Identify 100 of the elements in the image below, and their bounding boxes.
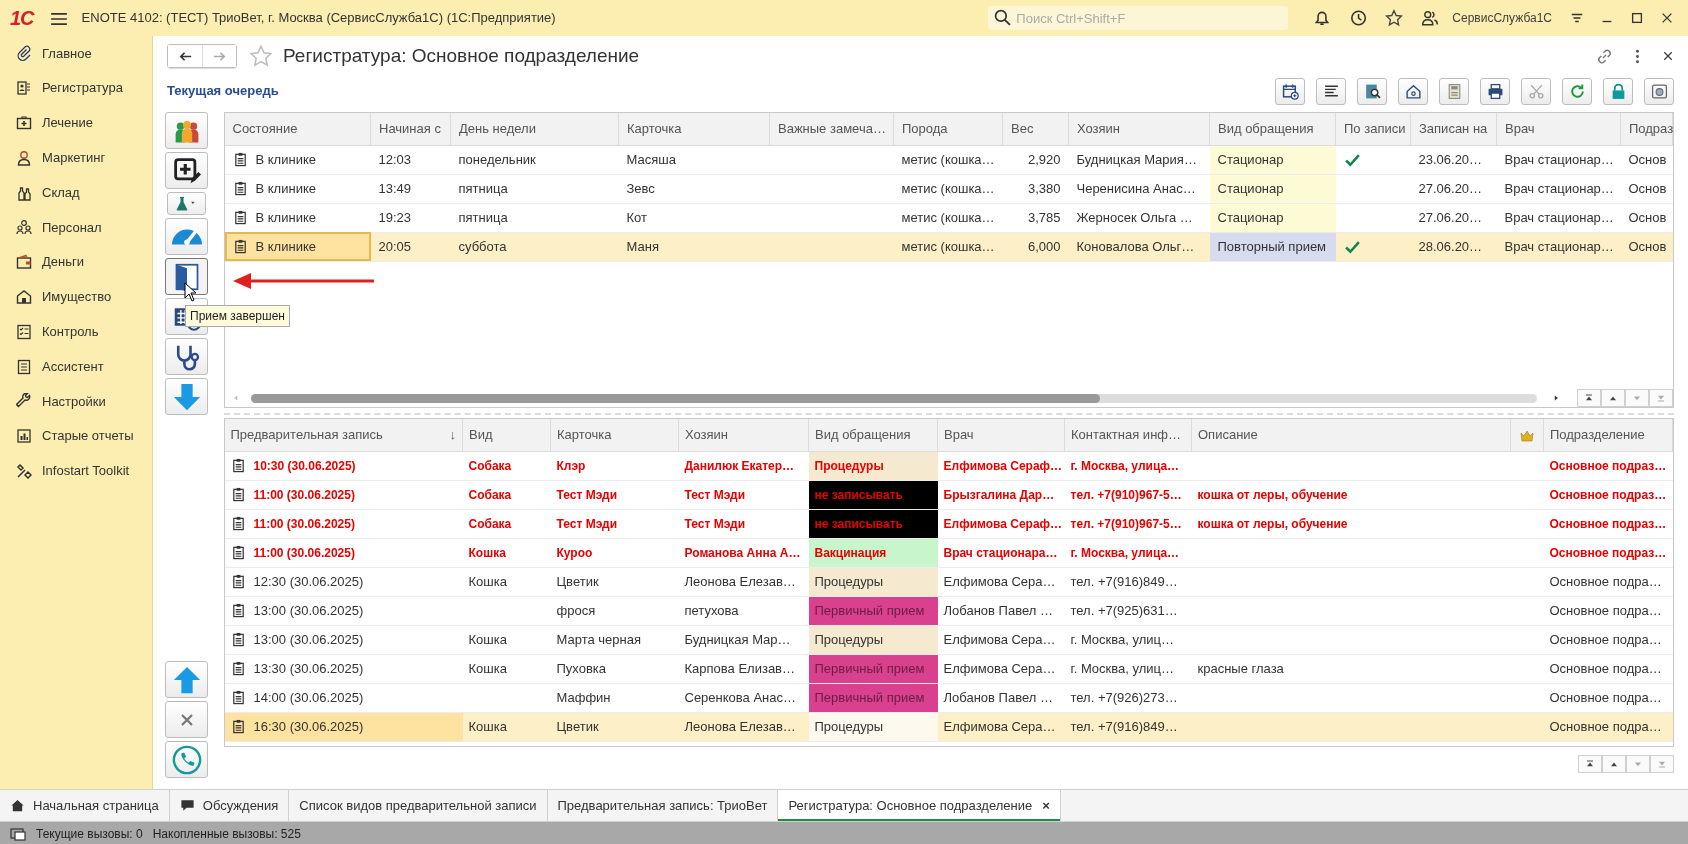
column-header[interactable]: Вид обращения: [1209, 113, 1336, 145]
table-cell: Елфимова Сераф…: [937, 451, 1065, 480]
column-header[interactable]: Вес: [1002, 113, 1069, 145]
column-header[interactable]: Карточка: [618, 113, 770, 145]
column-header[interactable]: Подразделение: [1543, 419, 1673, 451]
table-row[interactable]: В клинике 19:23 пятница Кот метис (кошка… 3,785 Жерносек Ольга … Стационар 27.06.20… Врач стационар… Основ: [224, 203, 1673, 232]
photo-button[interactable]: [1644, 77, 1674, 105]
up-button[interactable]: [1602, 755, 1626, 773]
table-cell: тел. +7(910)967-5…: [1064, 480, 1192, 509]
column-header[interactable]: День недели: [450, 113, 619, 145]
column-header[interactable]: Хозяин: [1068, 113, 1210, 145]
column-header[interactable]: По записи: [1335, 113, 1411, 145]
table-cell: г. Москва, улица…: [1064, 451, 1192, 480]
lock-button[interactable]: [1603, 77, 1633, 105]
calendar-button[interactable]: [1275, 77, 1305, 105]
sidebar-item[interactable]: Ассистент: [0, 349, 152, 384]
table-cell: Елфимова Сера…: [937, 567, 1065, 596]
search-field[interactable]: Поиск Ctrl+Shift+F: [988, 6, 1289, 30]
close-icon[interactable]: [1662, 50, 1674, 62]
table-cell: Пуховка: [550, 654, 679, 683]
column-header[interactable]: Записан на: [1410, 113, 1497, 145]
move-up-button[interactable]: [165, 661, 208, 698]
column-header[interactable]: Вид обращения: [808, 419, 938, 451]
column-header[interactable]: Важные замеча…: [769, 113, 894, 145]
sidebar-item[interactable]: Имущество: [0, 279, 152, 315]
table-cell: Основное подра…: [1543, 625, 1673, 654]
link-icon[interactable]: [1596, 47, 1613, 65]
bell-icon[interactable]: [1313, 9, 1332, 27]
users-icon[interactable]: [1421, 9, 1440, 27]
house-button[interactable]: [1398, 77, 1428, 105]
column-header[interactable]: Хозяин: [678, 419, 809, 451]
exam-button[interactable]: [165, 338, 208, 375]
finish-button[interactable]: [165, 258, 208, 295]
sidebar-item[interactable]: Деньги: [0, 244, 152, 280]
column-header[interactable]: Контактная инф…: [1064, 419, 1192, 451]
print-button[interactable]: [1480, 77, 1510, 105]
table-row[interactable]: В клинике 13:49 пятница Зевс метис (кошка… 3,380 Черенисина Анас… Стационар 27.06.20… Врач стационар… Основ: [224, 174, 1673, 203]
column-header[interactable]: Подраз: [1620, 113, 1673, 145]
column-header[interactable]: Порода: [893, 113, 1003, 145]
table-cell: Данилюк Екатер…: [678, 451, 809, 480]
column-header[interactable]: Карточка: [550, 419, 679, 451]
table-cell-text: В клинике: [255, 237, 316, 256]
scrollbar[interactable]: [250, 393, 1537, 403]
close-icon[interactable]: [1660, 11, 1674, 25]
table-cell: Черенисина Анас…: [1068, 174, 1210, 203]
call-button[interactable]: [165, 741, 208, 778]
table-row[interactable]: 11:00 (30.06.2025) Собака Тест Мэди Тест Мэди не записывать Брызгалина Дар… тел. +7(910)967-5… кошка от леры, обучение Основное подраз…: [224, 480, 1673, 509]
sidebar-item[interactable]: Персонал: [0, 210, 152, 245]
close-tab-button[interactable]: ×: [1042, 795, 1050, 816]
table-row[interactable]: 13:00 (30.06.2025) фрося петухова Первичный прием Лобанов Павел … тел. +7(925)631… Основное подра…: [224, 596, 1673, 625]
gauge-button[interactable]: [165, 218, 208, 255]
calendar-plus-icon: [1281, 82, 1299, 100]
table-cell: Кошка: [462, 538, 551, 567]
list-button[interactable]: [1316, 77, 1346, 105]
table-row[interactable]: 14:00 (30.06.2025) Маффин Серенкова Анас… Первичный прием Лобанов Павел … тел. +7(926)273… Основное подра…: [224, 683, 1673, 712]
column-header[interactable]: Врач: [1496, 113, 1621, 145]
add-record-button[interactable]: [165, 152, 208, 189]
table-cell-text: 13:00 (30.06.2025): [253, 630, 364, 649]
table-row[interactable]: 10:30 (30.06.2025) Собака Клэр Данилюк Екатер… Процедуры Елфимова Сераф… г. Москва, улица… Основное подраз…: [224, 451, 1673, 480]
clients-button[interactable]: [165, 112, 208, 149]
search-doc-button[interactable]: [1357, 77, 1387, 105]
maximize-icon[interactable]: [1630, 11, 1644, 25]
sidebar-item[interactable]: Infostart Toolkit: [0, 453, 152, 489]
table-row[interactable]: 12:30 (30.06.2025) Кошка Цветик Леонова Елезав… Процедуры Елфимова Сера… тел. +7(916)849… Основное подра…: [224, 567, 1673, 596]
first-button[interactable]: [1577, 389, 1601, 407]
star-icon[interactable]: [249, 44, 273, 68]
table-row[interactable]: 13:00 (30.06.2025) Кошка Марта черная Будницкая Мар… Процедуры Елфимова Сера… г. Москва, улиц… Основное подра…: [224, 625, 1673, 654]
first-button[interactable]: [1578, 755, 1602, 773]
star-icon[interactable]: [1385, 9, 1404, 27]
sidebar-item[interactable]: Старые отчеты: [0, 418, 152, 454]
table-row[interactable]: 11:00 (30.06.2025) Кошка Куроо Романова Анна А… Вакцинация Врач стационара… г. Москва, улица… Основное подраз…: [224, 538, 1673, 567]
column-header[interactable]: Врач: [937, 419, 1065, 451]
table-row[interactable]: 11:00 (30.06.2025) Собака Тест Мэди Тест Мэди не записывать Елфимова Сераф… тел. +7(910)967-5… кошка от леры, обучение Основное подраз…: [224, 509, 1673, 538]
sidebar-item[interactable]: Маркетинг: [0, 140, 152, 176]
sidebar-item[interactable]: Лечение: [0, 105, 152, 141]
refresh-button[interactable]: [1562, 77, 1592, 105]
column-header[interactable]: Описание: [1191, 419, 1511, 451]
sidebar-item[interactable]: Склад: [0, 175, 152, 210]
sidebar-item[interactable]: Регистратура: [0, 70, 152, 106]
column-header[interactable]: Состояние: [224, 113, 371, 145]
table-row[interactable]: 13:30 (30.06.2025) Кошка Пуховка Карпова Елизав… Первичный прием Елфимова Сера… г. Москва, улиц… красные глаза Основное подра…: [224, 654, 1673, 683]
menu-lines-icon[interactable]: [1570, 11, 1584, 25]
tab[interactable]: Регистратура: Основное подразделение ×: [778, 790, 1061, 821]
back-button[interactable]: [168, 45, 202, 67]
remove-button[interactable]: [165, 701, 208, 738]
column-header[interactable]: Вид: [462, 419, 551, 451]
table-row[interactable]: 16:30 (30.06.2025) Кошка Цветик Леонова Елезав… Процедуры Елфимова Сера… тел. +7(916)849… Основное подра…: [224, 712, 1673, 741]
table-cell-text: 13:30 (30.06.2025): [253, 659, 364, 678]
clock-icon[interactable]: [1349, 9, 1368, 27]
calculator-button[interactable]: [1439, 77, 1469, 105]
table-row[interactable]: В клинике 20:05 суббота Маня метис (кошка… 6,000 Коновалова Ольг… Повторный прием 28.06.20… Врач стационар… Основ: [224, 232, 1673, 261]
bottles-icon: [16, 184, 32, 201]
sidebar-item[interactable]: Контроль: [0, 314, 152, 350]
up-button[interactable]: [1601, 389, 1625, 407]
table-cell: Серенкова Анас…: [678, 683, 809, 712]
sidebar-item[interactable]: Главное: [0, 36, 152, 71]
column-header[interactable]: Начиная с: [370, 113, 451, 145]
sidebar-item[interactable]: Настройки: [0, 383, 152, 419]
table-row[interactable]: В клинике 12:03 понедельник Масяша метис (кошка… 2,920 Будницкая Мария… Стационар 23.06.20… Врач стационар… Основ: [224, 145, 1673, 174]
lab-button[interactable]: [167, 192, 206, 215]
